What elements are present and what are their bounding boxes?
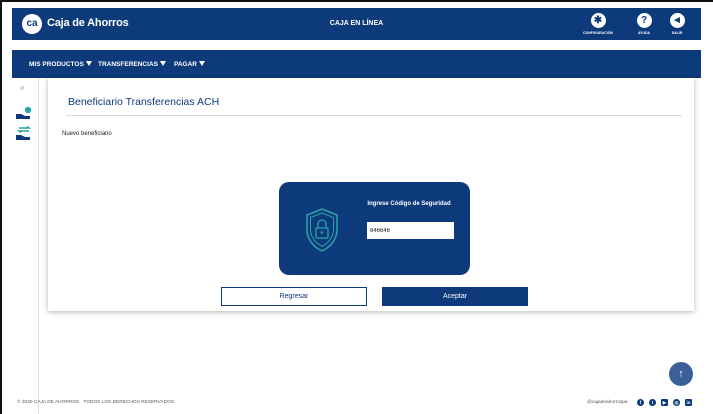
logout-button[interactable]: ◄ SALIR [657,13,697,35]
facebook-icon[interactable]: f [637,399,644,406]
chevron-down-icon [159,61,166,66]
linkedin-icon[interactable]: in [685,399,692,406]
copyright-text: © 2020 CAJA DE AHORROS · TODOS LOS DEREC… [17,400,174,405]
section-subtitle: Nuevo beneficiario [62,131,112,137]
shield-lock-icon [306,208,338,252]
content-card: Beneficiario Transferencias ACH Nuevo be… [48,78,694,311]
menu-item-mis-productos[interactable]: MIS PRODUCTOS [29,61,92,68]
chevron-down-icon [85,61,92,66]
menu-item-pagar[interactable]: PAGAR [174,61,205,68]
menu-item-label: TRANSFERENCIAS [98,61,158,68]
page-title: Beneficiario Transferencias ACH [68,96,220,108]
settings-label: CONFIGURACIÓN [583,31,613,35]
transfer-hand-icon[interactable] [15,126,33,140]
side-nav: » [12,78,39,414]
security-code-label: Ingrese Código de Seguridad [367,201,451,207]
chevron-down-icon [199,61,205,66]
main-menu: MIS PRODUCTOS TRANSFERENCIAS PAGAR [12,50,701,78]
menu-item-label: MIS PRODUCTOS [29,61,84,68]
logout-label: SALIR [671,31,683,35]
menu-item-transferencias[interactable]: TRANSFERENCIAS [98,61,166,68]
youtube-icon[interactable]: ▶ [661,399,668,406]
title-divider [66,115,682,116]
hand-coin-icon[interactable] [15,106,33,120]
security-code-input[interactable] [367,222,454,239]
settings-button[interactable]: ✱ CONFIGURACIÓN [578,13,618,35]
gear-icon: ✱ [590,13,606,28]
back-button[interactable]: Regresar [221,287,367,306]
logout-icon: ◄ [669,13,685,28]
social-handle: @cajadeahorrospa [587,400,628,405]
scroll-to-top-icon[interactable]: ↑ [669,362,693,386]
help-icon: ? [636,13,652,28]
accept-button[interactable]: Aceptar [382,287,528,306]
expand-sidebar-icon[interactable]: » [20,83,24,92]
security-code-panel: Ingrese Código de Seguridad [279,182,470,275]
twitter-icon[interactable]: t [649,399,656,406]
instagram-icon[interactable]: ◎ [673,399,680,406]
top-bar: ca Caja de Ahorros CAJA EN LÍNEA ✱ CONFI… [12,8,701,40]
menu-item-label: PAGAR [174,61,197,68]
